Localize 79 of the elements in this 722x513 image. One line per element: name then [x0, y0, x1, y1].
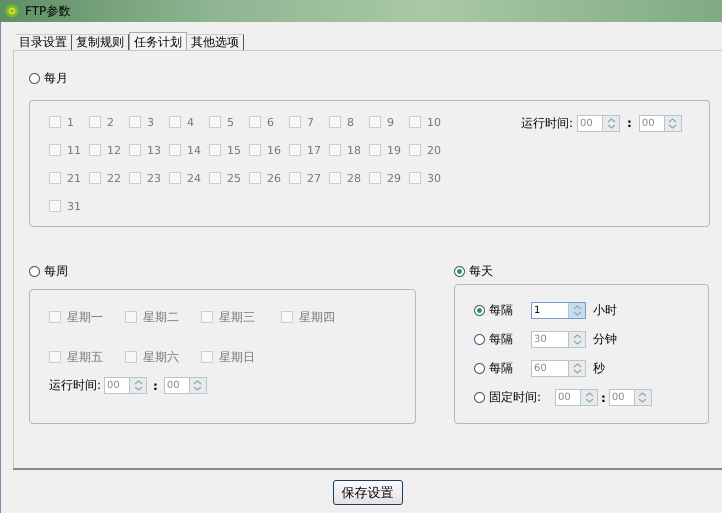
- checkbox-label: 星期四: [299, 308, 335, 326]
- spin-arrows-icon: [193, 380, 202, 391]
- tab[interactable]: 任务计划: [129, 32, 187, 51]
- checkbox-label: 22: [107, 172, 121, 184]
- checkbox-label: 星期六: [143, 348, 179, 366]
- checkbox-label: 11: [67, 144, 81, 156]
- spin-arrows-icon: [638, 392, 648, 403]
- radio-label: 每隔: [489, 331, 514, 348]
- radio-button[interactable]: [474, 305, 485, 316]
- checkbox-label: 20: [427, 144, 441, 156]
- tab[interactable]: 目录设置: [15, 34, 72, 50]
- spin-field[interactable]: 1: [531, 302, 586, 319]
- tab[interactable]: 复制规则: [72, 34, 129, 50]
- spin-arrows-icon: [134, 380, 143, 391]
- checkbox-label: 21: [67, 172, 81, 184]
- window-title: FTP参数: [25, 2, 70, 20]
- checkbox-label: 1: [67, 116, 74, 128]
- checkbox-label: 4: [187, 116, 194, 128]
- checkbox-label: 31: [67, 200, 81, 212]
- unit-label: 分钟: [593, 331, 617, 348]
- checkbox-label: 28: [347, 172, 361, 184]
- spin-field[interactable]: 30: [531, 331, 586, 348]
- checkbox-label: 24: [187, 172, 201, 184]
- spin-arrows-icon: [572, 334, 582, 345]
- radio-label: 每周: [44, 263, 68, 280]
- checkbox-label: 2: [107, 116, 114, 128]
- unit-label: 小时: [593, 302, 617, 319]
- radio-button[interactable]: [474, 363, 485, 374]
- spin-arrows-icon: [572, 363, 582, 374]
- checkbox-label: 星期二: [143, 308, 179, 326]
- checkbox-label: 17: [307, 144, 321, 156]
- spin-arrows-icon: [572, 305, 582, 316]
- app-icon: [5, 4, 19, 18]
- unit-label: 秒: [593, 360, 605, 377]
- checkbox-label: 5: [227, 116, 234, 128]
- checkbox-label: 23: [147, 172, 161, 184]
- spin-field[interactable]: 60: [531, 360, 586, 377]
- radio-button[interactable]: [454, 266, 465, 277]
- save-button[interactable]: 保存设置: [332, 480, 402, 505]
- radio-label: 每隔: [489, 360, 514, 377]
- time-label: 运行时间:: [49, 377, 102, 394]
- spin-arrows-icon: [606, 118, 616, 128]
- checkbox-label: 14: [187, 144, 201, 156]
- checkbox-label: 3: [147, 116, 154, 128]
- checkbox-label: 星期三: [219, 308, 255, 326]
- radio-button[interactable]: [474, 392, 485, 403]
- checkbox-label: 7: [307, 116, 314, 128]
- tab[interactable]: 其他选项: [187, 34, 244, 50]
- checkbox-label: 29: [387, 172, 401, 184]
- checkbox-label: 星期五: [67, 348, 103, 366]
- time-separator: :: [600, 390, 607, 404]
- checkbox-label: 25: [227, 172, 241, 184]
- checkbox-label: 13: [147, 144, 161, 156]
- radio-label: 每月: [44, 70, 68, 87]
- checkbox-label: 10: [427, 116, 441, 128]
- checkbox-label: 6: [267, 116, 274, 128]
- spin-arrows-icon: [668, 118, 678, 128]
- checkbox-label: 18: [347, 144, 361, 156]
- spin-arrows-icon: [584, 392, 594, 403]
- spin-field[interactable]: 00: [555, 389, 598, 406]
- checkbox-label: 30: [427, 172, 441, 184]
- time-separator: :: [152, 378, 159, 392]
- checkbox-label: 8: [347, 116, 354, 128]
- time-separator: :: [626, 116, 633, 130]
- radio-label: 每隔: [489, 302, 514, 319]
- checkbox-label: 19: [387, 144, 401, 156]
- checkbox-label: 星期日: [219, 348, 255, 366]
- checkbox-label: 16: [267, 144, 281, 156]
- radio-label: 固定时间:: [489, 389, 542, 406]
- checkbox-label: 星期一: [67, 308, 103, 326]
- spin-field[interactable]: 00: [608, 389, 652, 406]
- checkbox-label: 15: [227, 144, 241, 156]
- checkbox-label: 12: [107, 144, 121, 156]
- radio-label: 每天: [469, 263, 493, 280]
- checkbox-label: 9: [387, 116, 394, 128]
- checkbox-label: 27: [307, 172, 321, 184]
- radio-button[interactable]: [474, 334, 485, 345]
- checkbox-label: 26: [267, 172, 281, 184]
- time-label: 运行时间:: [521, 114, 574, 132]
